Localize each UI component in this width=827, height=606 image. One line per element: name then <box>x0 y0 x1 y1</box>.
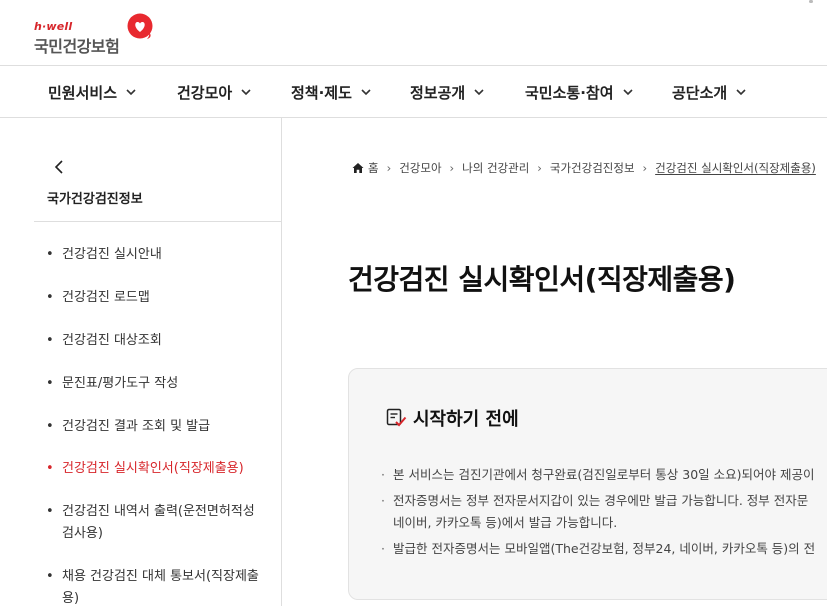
sidebar-item-label: 건강검진 대상조회 <box>62 333 162 348</box>
logo-name-text: 국민건강보험 <box>34 37 120 56</box>
bullet: • <box>46 333 54 348</box>
bullet: • <box>46 569 54 584</box>
sidebar-item-label-line1: 건강검진 내역서 출력(운전면허적성 <box>62 504 255 519</box>
chevron-down-icon <box>474 89 484 96</box>
sidebar-item-results[interactable]: • 건강검진 결과 조회 및 발급 <box>46 416 276 438</box>
sidebar-title: 국가건강검진정보 <box>47 192 143 207</box>
sidebar-item-label: 건강검진 로드맵 <box>62 290 150 305</box>
breadcrumb-separator-icon: › <box>449 161 455 175</box>
bullet: • <box>46 504 54 519</box>
sidebar-item-roadmap[interactable]: • 건강검진 로드맵 <box>46 287 276 309</box>
site-header: h·well 국민건강보험 <box>0 0 827 65</box>
sidebar-item-label: 건강검진 실시안내 <box>62 247 162 262</box>
gnb-item-label: 정보공개 <box>410 83 466 102</box>
chevron-down-icon <box>241 89 251 96</box>
notice-item: · 전자증명서는 정부 전자문서지갑이 있는 경우에만 발급 가능합니다. 정부… <box>381 490 827 534</box>
gnb-item-label: 건강모아 <box>177 83 233 102</box>
page-title: 건강검진 실시확인서(직장제출용) <box>348 263 736 296</box>
notice-item: · 본 서비스는 검진기관에서 청구완료(검진일로부터 통상 30일 소요)되어… <box>381 464 827 486</box>
notice-item-line: 전자증명서는 정부 전자문서지갑이 있는 경우에만 발급 가능합니다. 정부 전… <box>393 493 809 508</box>
notice-list: · 본 서비스는 검진기관에서 청구완료(검진일로부터 통상 30일 소요)되어… <box>381 464 827 564</box>
breadcrumb-item[interactable]: 국가건강검진정보 <box>550 160 635 176</box>
back-chevron-icon[interactable] <box>50 158 68 176</box>
sidebar-item-label: 문진표/평가도구 작성 <box>62 376 179 391</box>
gnb-item-label: 국민소통·참여 <box>525 83 614 102</box>
sidebar-item-label: 건강검진 실시확인서(직장제출용) <box>62 461 244 476</box>
notice-item-line: 네이버, 카카오톡 등)에서 발급 가능합니다. <box>393 515 618 530</box>
gnb-item-participation[interactable]: 국민소통·참여 <box>525 80 634 104</box>
gnb-item-label: 공단소개 <box>672 83 728 102</box>
gnb-item-information[interactable]: 정보공개 <box>410 80 485 104</box>
sidebar-item-label-line2: 용) <box>62 591 80 606</box>
gnb-item-label: 정책·제도 <box>291 83 352 102</box>
breadcrumb-separator-icon: › <box>537 161 542 175</box>
sidebar: 국가건강검진정보 • 건강검진 실시안내 • 건강검진 로드맵 • 건강검진 대… <box>0 118 282 606</box>
breadcrumb: 홈 › 건강모아 › 나의 건강관리 › 국가건강검진정보 › 건강검진 실시확… <box>352 159 816 177</box>
notice-title: 시작하기 전에 <box>413 409 519 430</box>
sidebar-item-eligibility[interactable]: • 건강검진 대상조회 <box>46 330 276 352</box>
notice-item-line: 발급한 전자증명서는 모바일앱(The건강보험, 정부24, 네이버, 카카오톡… <box>393 541 816 556</box>
main-navigation: 민원서비스 건강모아 정책·제도 정보공개 국민소통·참여 공단소개 <box>0 65 827 118</box>
sidebar-item-confirmation-active[interactable]: • 건강검진 실시확인서(직장제출용) <box>46 458 276 480</box>
gnb-item-policy[interactable]: 정책·제도 <box>291 80 372 104</box>
home-icon[interactable] <box>352 162 364 174</box>
gnb-item-health-moa[interactable]: 건강모아 <box>177 80 252 104</box>
breadcrumb-current[interactable]: 건강검진 실시확인서(직장제출용) <box>655 160 816 176</box>
bullet: • <box>46 290 54 305</box>
sidebar-item-label-line1: 채용 건강검진 대체 통보서(직장제출 <box>62 569 259 584</box>
bullet: • <box>46 376 54 391</box>
breadcrumb-item[interactable]: 건강모아 <box>399 160 441 176</box>
breadcrumb-item[interactable]: 나의 건강관리 <box>462 160 529 176</box>
notice-box: 시작하기 전에 · 본 서비스는 검진기관에서 청구완료(검진일로부터 통상 3… <box>348 368 827 600</box>
chevron-down-icon <box>736 89 746 96</box>
bullet: · <box>381 493 385 508</box>
sidebar-divider <box>34 221 282 222</box>
sidebar-item-driver-license[interactable]: • 건강검진 내역서 출력(운전면허적성 검사용) <box>46 501 276 545</box>
bullet: · <box>381 541 385 556</box>
sidebar-item-questionnaire[interactable]: • 문진표/평가도구 작성 <box>46 373 276 395</box>
bullet: • <box>46 247 54 262</box>
logo-hwell-text: h·well <box>34 20 73 33</box>
notice-item-line: 본 서비스는 검진기관에서 청구완료(검진일로부터 통상 30일 소요)되어야 … <box>393 467 815 482</box>
gnb-item-civil-service[interactable]: 민원서비스 <box>48 80 137 104</box>
site-logo[interactable]: h·well 국민건강보험 <box>34 12 164 56</box>
sidebar-item-label: 건강검진 결과 조회 및 발급 <box>62 419 211 434</box>
checklist-icon <box>386 408 407 427</box>
chevron-down-icon <box>622 89 633 96</box>
logo-heart-icon <box>127 13 153 39</box>
bullet: · <box>381 467 385 482</box>
breadcrumb-separator-icon: › <box>642 161 648 175</box>
chevron-down-icon <box>361 89 371 96</box>
notice-item: · 발급한 전자증명서는 모바일앱(The건강보험, 정부24, 네이버, 카카… <box>381 538 827 560</box>
sidebar-item-label-line2: 검사용) <box>62 526 103 541</box>
sidebar-item-employment-notice[interactable]: • 채용 건강검진 대체 통보서(직장제출 용) <box>46 566 276 606</box>
bullet: • <box>46 419 54 434</box>
gnb-item-label: 민원서비스 <box>48 83 118 102</box>
top-right-decoration <box>809 0 813 3</box>
bullet: • <box>46 461 54 476</box>
breadcrumb-home[interactable]: 홈 <box>368 160 379 176</box>
notice-header: 시작하기 전에 <box>385 405 519 431</box>
breadcrumb-separator-icon: › <box>386 161 392 175</box>
sidebar-item-exam-guide[interactable]: • 건강검진 실시안내 <box>46 244 276 266</box>
chevron-down-icon <box>126 89 136 96</box>
gnb-item-about[interactable]: 공단소개 <box>672 80 747 104</box>
